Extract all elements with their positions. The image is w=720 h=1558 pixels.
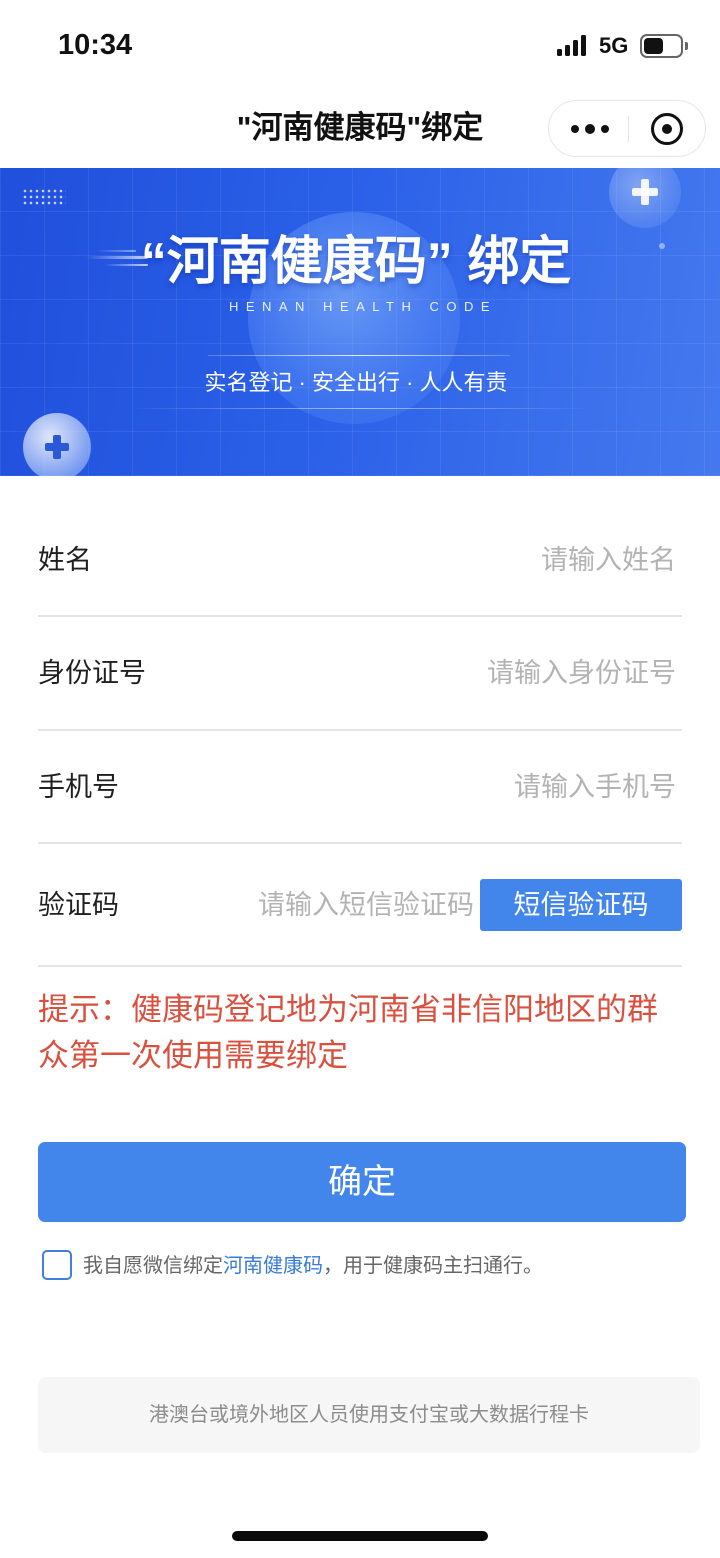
banner-divider (208, 355, 510, 356)
home-indicator (232, 1531, 488, 1541)
signal-bar (565, 45, 570, 56)
banner: “河南健康码” 绑定 HENAN HEALTH CODE 实名登记 · 安全出行… (0, 168, 720, 476)
capsule-close-dot (662, 124, 672, 134)
confirm-button[interactable]: 确定 (38, 1142, 686, 1222)
sms-code-input[interactable] (248, 885, 474, 925)
divider (38, 615, 682, 617)
name-label: 姓名 (38, 545, 92, 575)
divider (38, 842, 682, 844)
banner-slogan: 实名登记 · 安全出行 · 人人有责 (204, 370, 508, 395)
dot (585, 124, 595, 134)
signal-bar (557, 49, 562, 56)
banner-subtitle: HENAN HEALTH CODE (228, 299, 498, 314)
medical-plus-icon (632, 179, 658, 205)
mini-program-capsule (548, 100, 706, 157)
agreement-prefix: 我自愿微信绑定 (83, 1255, 223, 1277)
signal-icon (557, 35, 589, 56)
banner-divider (130, 408, 590, 409)
footer-note[interactable]: 港澳台或境外地区人员使用支付宝或大数据行程卡 (38, 1377, 700, 1453)
send-sms-code-button[interactable]: 短信验证码 (480, 879, 682, 931)
medical-plus-icon (45, 435, 69, 459)
phone-label: 手机号 (38, 772, 119, 802)
dot (571, 125, 579, 133)
banner-title: “河南健康码” 绑定 (140, 233, 572, 291)
id-number-label: 身份证号 (38, 658, 146, 688)
network-type: 5G (599, 33, 629, 58)
battery-fill (644, 38, 664, 54)
name-input[interactable] (376, 540, 676, 580)
agreement-suffix: ，用于健康码主扫通行。 (323, 1255, 543, 1277)
capsule-divider (628, 116, 629, 142)
battery-body (640, 34, 683, 58)
capsule-close-icon[interactable] (651, 113, 683, 145)
signal-bar (581, 35, 586, 56)
phone-input[interactable] (376, 767, 676, 807)
footer-note-text: 港澳台或境外地区人员使用支付宝或大数据行程卡 (149, 1404, 589, 1426)
nav-bar: "河南健康码"绑定 (0, 90, 720, 168)
battery-icon (640, 34, 688, 58)
signal-bar (573, 40, 578, 56)
binding-tip: 提示：健康码登记地为河南省非信阳地区的群众第一次使用需要绑定 (38, 992, 658, 1073)
status-bar: 10:34 5G (0, 0, 720, 90)
id-number-input[interactable] (376, 653, 676, 693)
status-time: 10:34 (58, 29, 133, 61)
agreement-text: 我自愿微信绑定河南健康码，用于健康码主扫通行。 (83, 1253, 683, 1279)
divider (38, 965, 682, 967)
battery-nub (685, 42, 688, 50)
health-code-link[interactable]: 河南健康码 (223, 1255, 323, 1277)
dot (601, 125, 609, 133)
banner-dot-pattern (22, 188, 66, 206)
sms-code-label: 验证码 (38, 890, 119, 920)
agreement-checkbox[interactable] (42, 1250, 72, 1280)
more-dots-icon[interactable] (571, 119, 611, 139)
divider (38, 729, 682, 731)
